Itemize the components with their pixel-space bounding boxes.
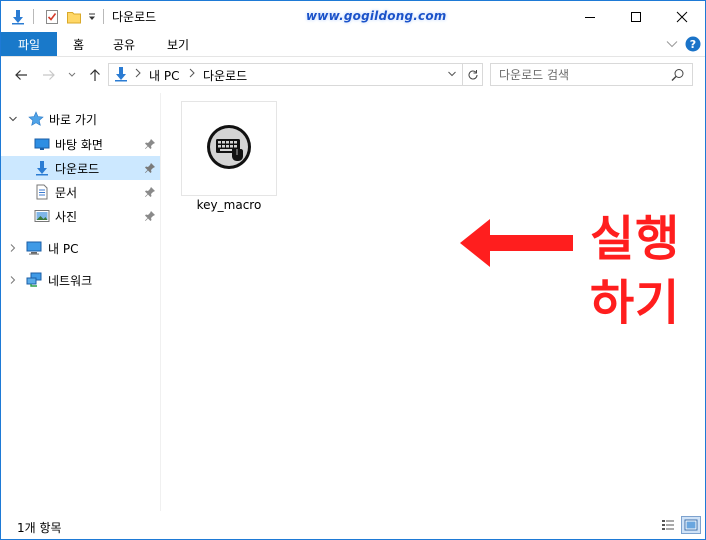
navigation-pane: 바로 가기 바탕 화면 다운로드 문서 사진 내 PC 네트워크 <box>1 93 161 511</box>
watermark-text: www.gogildong.com <box>306 9 447 23</box>
customize-toolbar-icon[interactable] <box>85 7 99 27</box>
tree-label: 바로 가기 <box>49 112 97 127</box>
annotation-arrow <box>460 219 573 267</box>
item-count: 1개 항목 <box>17 521 62 535</box>
chevron-right-icon[interactable] <box>8 275 18 285</box>
pin-icon[interactable] <box>144 186 156 198</box>
tab-share[interactable]: 공유 <box>113 32 135 56</box>
chevron-right-icon[interactable] <box>8 243 18 253</box>
explorer-window: 다운로드 www.gogildong.com 파일 홈 공유 보기 ? 내 PC… <box>0 0 706 540</box>
chevron-down-icon[interactable] <box>447 68 457 82</box>
pin-icon[interactable] <box>144 162 156 174</box>
tree-label: 문서 <box>55 185 78 200</box>
title-bar: 다운로드 www.gogildong.com <box>1 1 705 32</box>
document-icon <box>34 184 50 200</box>
close-button[interactable] <box>659 1 705 32</box>
refresh-button[interactable] <box>463 63 483 86</box>
tree-label: 사진 <box>55 209 78 224</box>
tree-this-pc[interactable]: 내 PC <box>1 236 160 260</box>
tree-label: 내 PC <box>48 241 79 256</box>
svg-text:?: ? <box>690 38 696 51</box>
back-button[interactable] <box>11 65 31 85</box>
sidebar-item-pictures[interactable]: 사진 <box>1 204 160 228</box>
tree-label: 다운로드 <box>55 161 100 176</box>
breadcrumb-downloads[interactable]: 다운로드 <box>203 67 247 84</box>
search-icon[interactable] <box>671 68 685 85</box>
pin-icon[interactable] <box>144 138 156 150</box>
computer-icon <box>26 240 42 256</box>
tree-label: 네트워크 <box>48 273 93 288</box>
file-item[interactable] <box>181 101 277 196</box>
tree-network[interactable]: 네트워크 <box>1 268 160 292</box>
chevron-down-icon[interactable] <box>8 114 18 124</box>
tab-home[interactable]: 홈 <box>73 32 84 56</box>
pin-icon[interactable] <box>144 210 156 222</box>
star-icon <box>28 111 44 127</box>
sidebar-item-desktop[interactable]: 바탕 화면 <box>1 132 160 156</box>
recent-locations-icon[interactable] <box>65 65 79 85</box>
large-icons-view-button[interactable] <box>681 516 701 534</box>
sidebar-item-documents[interactable]: 문서 <box>1 180 160 204</box>
window-title: 다운로드 <box>112 10 157 24</box>
chevron-right-icon[interactable] <box>187 66 197 83</box>
tree-label: 바탕 화면 <box>55 137 103 152</box>
download-arrow-icon <box>113 66 129 85</box>
network-icon <box>26 272 42 288</box>
details-view-button[interactable] <box>658 516 678 534</box>
expand-ribbon-icon[interactable] <box>665 36 679 52</box>
tab-file[interactable]: 파일 <box>1 32 57 56</box>
address-row: 내 PC 다운로드 <box>1 58 705 92</box>
annotation-text: 실행하기 <box>590 211 681 331</box>
keyboard-macro-icon <box>205 123 253 174</box>
search-input[interactable] <box>499 67 669 83</box>
forward-button[interactable] <box>39 65 59 85</box>
status-bar: 1개 항목 <box>1 511 705 539</box>
download-arrow-icon <box>34 160 50 176</box>
help-icon[interactable]: ? <box>685 36 701 52</box>
chevron-right-icon[interactable] <box>133 66 143 83</box>
title-separator <box>103 9 104 24</box>
breadcrumb-this-pc[interactable]: 내 PC <box>149 67 179 84</box>
file-name[interactable]: key_macro <box>174 198 284 212</box>
ribbon-tabs: 파일 홈 공유 보기 ? <box>1 32 705 57</box>
up-button[interactable] <box>85 65 105 85</box>
properties-icon[interactable] <box>41 7 63 27</box>
desktop-icon <box>34 136 50 152</box>
file-list: key_macro 실행하기 <box>162 93 705 511</box>
download-arrow-icon[interactable] <box>8 7 28 27</box>
tab-view[interactable]: 보기 <box>167 32 189 56</box>
address-bar[interactable]: 내 PC 다운로드 <box>108 63 463 86</box>
title-separator <box>33 9 34 24</box>
search-box[interactable] <box>490 63 693 86</box>
sidebar-item-downloads[interactable]: 다운로드 <box>1 156 160 180</box>
maximize-button[interactable] <box>613 1 659 32</box>
pictures-icon <box>34 208 50 224</box>
tree-quick-access[interactable]: 바로 가기 <box>1 107 160 131</box>
minimize-button[interactable] <box>567 1 613 32</box>
new-folder-icon[interactable] <box>64 7 84 27</box>
